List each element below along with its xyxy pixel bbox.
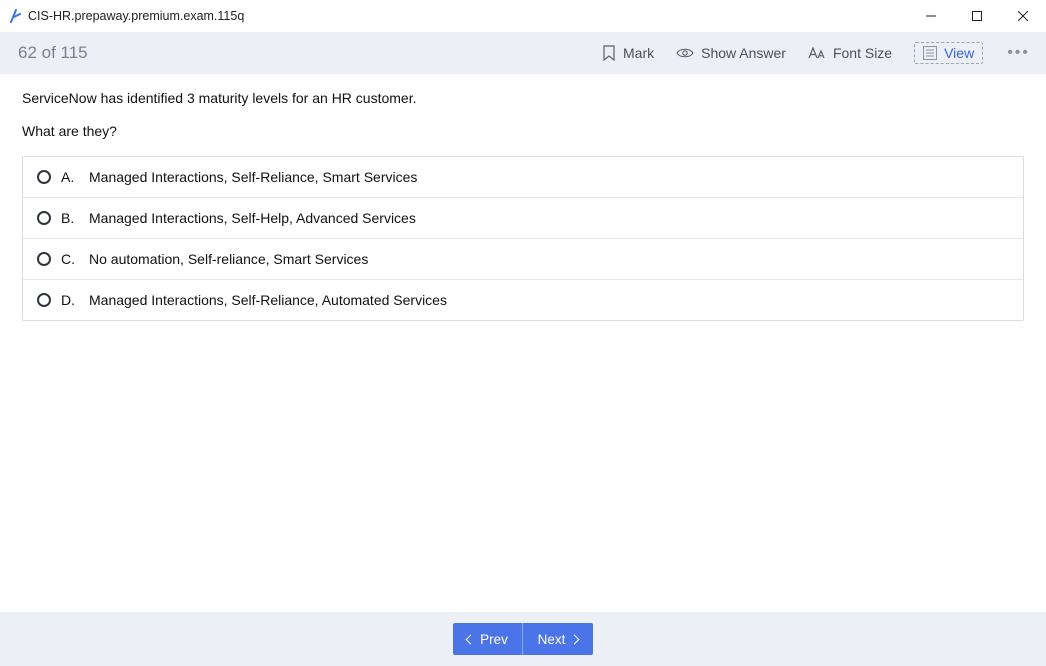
close-button[interactable]	[1000, 0, 1046, 32]
answer-option-d[interactable]: D. Managed Interactions, Self-Reliance, …	[23, 279, 1023, 320]
font-size-button[interactable]: Font Size	[808, 45, 892, 61]
answer-text: Managed Interactions, Self-Reliance, Sma…	[89, 169, 417, 185]
mark-label: Mark	[623, 45, 654, 61]
next-label: Next	[538, 632, 566, 647]
prev-label: Prev	[480, 632, 508, 647]
eye-icon	[676, 47, 694, 59]
window-titlebar: CIS-HR.prepaway.premium.exam.115q	[0, 0, 1046, 32]
window-controls	[908, 0, 1046, 32]
ellipsis-icon: •••	[1007, 44, 1030, 61]
answers-list: A. Managed Interactions, Self-Reliance, …	[22, 156, 1024, 321]
spacer	[22, 109, 1024, 121]
answer-text: No automation, Self-reliance, Smart Serv…	[89, 251, 368, 267]
answer-letter: D.	[61, 292, 79, 308]
app-logo-icon	[8, 9, 22, 23]
question-text: ServiceNow has identified 3 maturity lev…	[22, 88, 1024, 142]
minimize-button[interactable]	[908, 0, 954, 32]
font-size-label: Font Size	[833, 45, 892, 61]
toolbar: 62 of 115 Mark Show Answer Font Size Vie…	[0, 32, 1046, 74]
chevron-left-icon	[466, 634, 476, 644]
answer-option-b[interactable]: B. Managed Interactions, Self-Help, Adva…	[23, 197, 1023, 238]
footer-nav: Prev Next	[0, 612, 1046, 666]
show-answer-button[interactable]: Show Answer	[676, 45, 786, 61]
window-title: CIS-HR.prepaway.premium.exam.115q	[28, 9, 244, 23]
question-line-2: What are they?	[22, 121, 1024, 142]
titlebar-left: CIS-HR.prepaway.premium.exam.115q	[8, 9, 244, 23]
radio-icon	[37, 252, 51, 266]
question-panel: ServiceNow has identified 3 maturity lev…	[0, 74, 1046, 321]
bookmark-icon	[602, 45, 616, 61]
answer-option-c[interactable]: C. No automation, Self-reliance, Smart S…	[23, 238, 1023, 279]
answer-letter: C.	[61, 251, 79, 267]
view-label: View	[944, 45, 974, 61]
minimize-icon	[926, 11, 936, 21]
prev-button[interactable]: Prev	[453, 623, 523, 655]
answer-letter: B.	[61, 210, 79, 226]
more-options-button[interactable]: •••	[1005, 44, 1032, 62]
font-size-icon	[808, 46, 826, 60]
maximize-icon	[972, 11, 982, 21]
radio-icon	[37, 211, 51, 225]
show-answer-label: Show Answer	[701, 45, 786, 61]
mark-button[interactable]: Mark	[602, 45, 654, 61]
answer-letter: A.	[61, 169, 79, 185]
view-list-icon	[923, 46, 937, 60]
progress-indicator: 62 of 115	[18, 43, 88, 63]
radio-icon	[37, 170, 51, 184]
question-line-1: ServiceNow has identified 3 maturity lev…	[22, 88, 1024, 109]
next-button[interactable]: Next	[523, 623, 593, 655]
close-icon	[1018, 11, 1028, 21]
chevron-right-icon	[570, 634, 580, 644]
answer-option-a[interactable]: A. Managed Interactions, Self-Reliance, …	[23, 157, 1023, 197]
toolbar-actions: Mark Show Answer Font Size View •••	[602, 42, 1032, 64]
answer-text: Managed Interactions, Self-Help, Advance…	[89, 210, 416, 226]
radio-icon	[37, 293, 51, 307]
maximize-button[interactable]	[954, 0, 1000, 32]
answer-text: Managed Interactions, Self-Reliance, Aut…	[89, 292, 447, 308]
view-button[interactable]: View	[914, 42, 983, 64]
